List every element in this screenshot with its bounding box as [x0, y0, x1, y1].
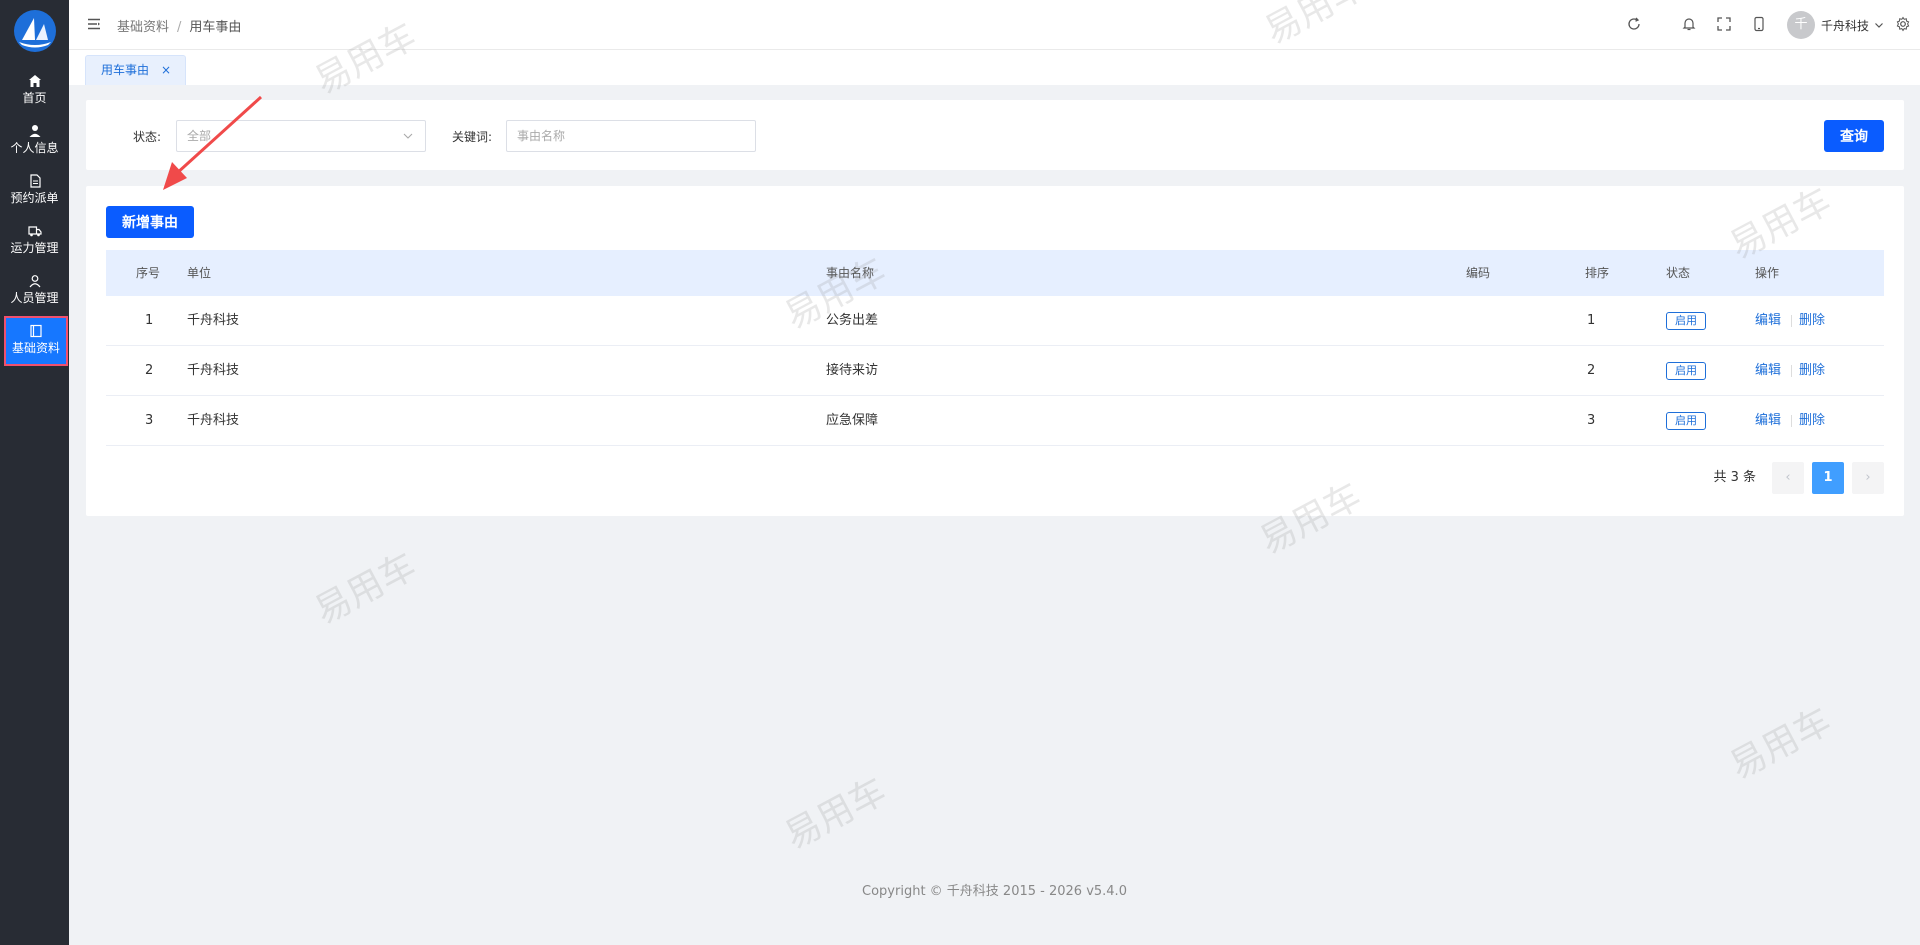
cell-sort: 1 — [1587, 313, 1596, 328]
menu-toggle-icon[interactable] — [87, 17, 101, 31]
search-panel: 状态: 全部 关键词: 查询 — [86, 100, 1904, 170]
cell-index: 1 — [145, 313, 154, 328]
mobile-icon[interactable] — [1751, 16, 1767, 32]
sidebar-item-capacity[interactable]: 运力管理 — [0, 218, 69, 266]
breadcrumb: 基础资料 / 用车事由 — [117, 16, 241, 35]
breadcrumb-separator: / — [177, 20, 182, 35]
cell-sort: 2 — [1587, 363, 1596, 378]
cell-name: 公务出差 — [826, 313, 879, 328]
next-page-button[interactable]: › — [1852, 462, 1884, 494]
user-icon — [29, 125, 40, 137]
sidebar-item-label: 基础资料 — [11, 341, 60, 355]
keyword-input[interactable] — [506, 120, 756, 152]
cell-name: 接待来访 — [826, 363, 879, 378]
reason-table: 序号 单位 事由名称 编码 排序 状态 操作 1 千舟科技 公务出差 1 启用 … — [106, 250, 1884, 446]
status-select[interactable]: 全部 — [176, 120, 426, 152]
status-badge: 启用 — [1666, 312, 1706, 330]
sidebar-item-label: 预约派单 — [10, 191, 59, 205]
delete-button[interactable]: 删除 — [1799, 396, 1825, 446]
column-header: 序号 — [136, 266, 161, 280]
pagination-total: 共 3 条 — [1713, 470, 1756, 485]
truck-icon — [27, 226, 42, 237]
breadcrumb-current: 用车事由 — [189, 20, 242, 35]
user-menu[interactable]: 千 千舟科技 — [1787, 11, 1884, 39]
person-icon — [29, 275, 40, 288]
prev-page-button[interactable]: ‹ — [1772, 462, 1804, 494]
action-divider — [1791, 415, 1792, 427]
tab-label: 用车事由 — [101, 63, 150, 77]
sidebar: 首页 个人信息 预约派单 运力管理 人员管理 基础资料 — [0, 0, 69, 945]
column-header: 操作 — [1755, 266, 1780, 280]
home-icon — [28, 75, 41, 87]
table-header: 序号 单位 事由名称 编码 排序 状态 操作 — [106, 250, 1884, 296]
edit-button[interactable]: 编辑 — [1755, 296, 1781, 346]
sidebar-item-label: 人员管理 — [10, 291, 59, 305]
cell-unit: 千舟科技 — [187, 413, 240, 428]
status-select-value: 全部 — [187, 129, 212, 143]
sidebar-item-staff[interactable]: 人员管理 — [0, 268, 69, 316]
chevron-down-icon — [1875, 23, 1883, 28]
column-header: 编码 — [1466, 266, 1491, 280]
footer-copyright: Copyright © 千舟科技 2015 - 2026 v5.4.0 — [862, 884, 1127, 899]
watermark: 易用车 — [308, 545, 423, 633]
user-name: 千舟科技 — [1821, 18, 1870, 33]
cell-index: 3 — [145, 413, 154, 428]
app-logo[interactable] — [14, 10, 56, 52]
cell-unit: 千舟科技 — [187, 313, 240, 328]
column-header: 单位 — [187, 266, 212, 280]
sidebar-item-basic-data[interactable]: 基础资料 — [4, 316, 68, 366]
edit-button[interactable]: 编辑 — [1755, 346, 1781, 396]
bell-icon[interactable] — [1681, 16, 1697, 32]
gear-icon[interactable] — [1895, 16, 1911, 32]
edit-button[interactable]: 编辑 — [1755, 396, 1781, 446]
breadcrumb-item[interactable]: 基础资料 — [117, 20, 169, 35]
page-1-button[interactable]: 1 — [1812, 462, 1844, 494]
watermark: 易用车 — [1723, 700, 1838, 788]
fullscreen-icon[interactable] — [1716, 16, 1732, 32]
sidebar-item-profile[interactable]: 个人信息 — [0, 118, 69, 166]
table-row: 2 千舟科技 接待来访 2 启用 编辑 删除 — [106, 346, 1884, 396]
refresh-icon[interactable] — [1626, 16, 1642, 32]
keyword-label: 关键词: — [452, 130, 493, 144]
sidebar-item-home[interactable]: 首页 — [0, 68, 69, 116]
cell-name: 应急保障 — [826, 413, 879, 428]
table-row: 1 千舟科技 公务出差 1 启用 编辑 删除 — [106, 296, 1884, 346]
action-divider — [1791, 365, 1792, 377]
watermark: 易用车 — [778, 770, 893, 858]
document-icon — [29, 174, 41, 188]
avatar: 千 — [1787, 11, 1815, 39]
sidebar-item-label: 首页 — [22, 91, 47, 105]
column-header: 排序 — [1585, 266, 1610, 280]
action-divider — [1791, 315, 1792, 327]
column-header: 状态 — [1666, 266, 1691, 280]
cell-sort: 3 — [1587, 413, 1596, 428]
top-header: 基础资料 / 用车事由 千 千舟科技 — [69, 0, 1920, 50]
table-panel: 新增事由 序号 单位 事由名称 编码 排序 状态 操作 1 千舟科技 公务出差 … — [86, 186, 1904, 516]
delete-button[interactable]: 删除 — [1799, 346, 1825, 396]
cell-unit: 千舟科技 — [187, 363, 240, 378]
tab-usage-reason[interactable]: 用车事由 × — [85, 55, 186, 85]
delete-button[interactable]: 删除 — [1799, 296, 1825, 346]
sidebar-item-dispatch[interactable]: 预约派单 — [0, 168, 69, 216]
table-row: 3 千舟科技 应急保障 3 启用 编辑 删除 — [106, 396, 1884, 446]
add-reason-button[interactable]: 新增事由 — [106, 206, 194, 238]
sidebar-item-label: 运力管理 — [10, 241, 59, 255]
book-icon — [30, 324, 42, 338]
tabs-bar: 用车事由 × — [69, 50, 1920, 85]
cell-index: 2 — [145, 363, 154, 378]
close-icon[interactable]: × — [161, 56, 171, 85]
query-button[interactable]: 查询 — [1824, 120, 1884, 152]
status-label: 状态: — [133, 130, 162, 144]
column-header: 事由名称 — [826, 266, 875, 280]
chevron-down-icon — [403, 133, 413, 139]
status-badge: 启用 — [1666, 412, 1706, 430]
status-badge: 启用 — [1666, 362, 1706, 380]
sidebar-item-label: 个人信息 — [10, 141, 59, 155]
